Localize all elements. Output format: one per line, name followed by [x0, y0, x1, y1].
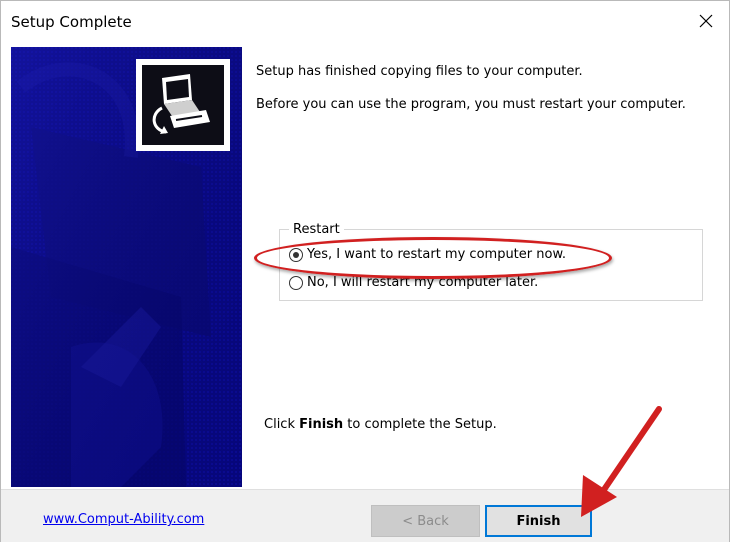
radio-unselected-icon — [289, 275, 303, 290]
close-icon — [699, 14, 713, 28]
finish-button[interactable]: Finish — [485, 505, 592, 537]
restart-required-text: Before you can use the program, you must… — [256, 97, 686, 112]
wizard-footer: www.Comput-Ability.com < Back Finish — [1, 489, 729, 542]
setup-complete-dialog: Setup Complete Setup has finished copyin… — [0, 0, 730, 542]
restart-now-label: Yes, I want to restart my computer now. — [307, 247, 567, 262]
radio-selected-icon — [289, 247, 303, 262]
copy-complete-text: Setup has finished copying files to your… — [256, 64, 583, 79]
wizard-banner-image — [11, 47, 242, 487]
restart-later-radio[interactable]: No, I will restart my computer later. — [289, 275, 538, 290]
computer-logo — [136, 59, 230, 151]
back-button[interactable]: < Back — [371, 505, 480, 537]
finish-instruction-text: Click Finish to complete the Setup. — [264, 417, 497, 432]
computer-icon — [152, 74, 210, 134]
close-button[interactable] — [683, 1, 729, 41]
restart-group-label: Restart — [289, 222, 344, 237]
finish-keyword: Finish — [299, 417, 344, 432]
window-title: Setup Complete — [11, 13, 132, 31]
restart-groupbox: Restart Yes, I want to restart my comput… — [279, 222, 703, 301]
restart-later-label: No, I will restart my computer later. — [307, 275, 539, 290]
website-link[interactable]: www.Comput-Ability.com — [43, 512, 204, 527]
restart-now-radio[interactable]: Yes, I want to restart my computer now. — [289, 247, 566, 262]
title-bar: Setup Complete — [1, 1, 729, 41]
